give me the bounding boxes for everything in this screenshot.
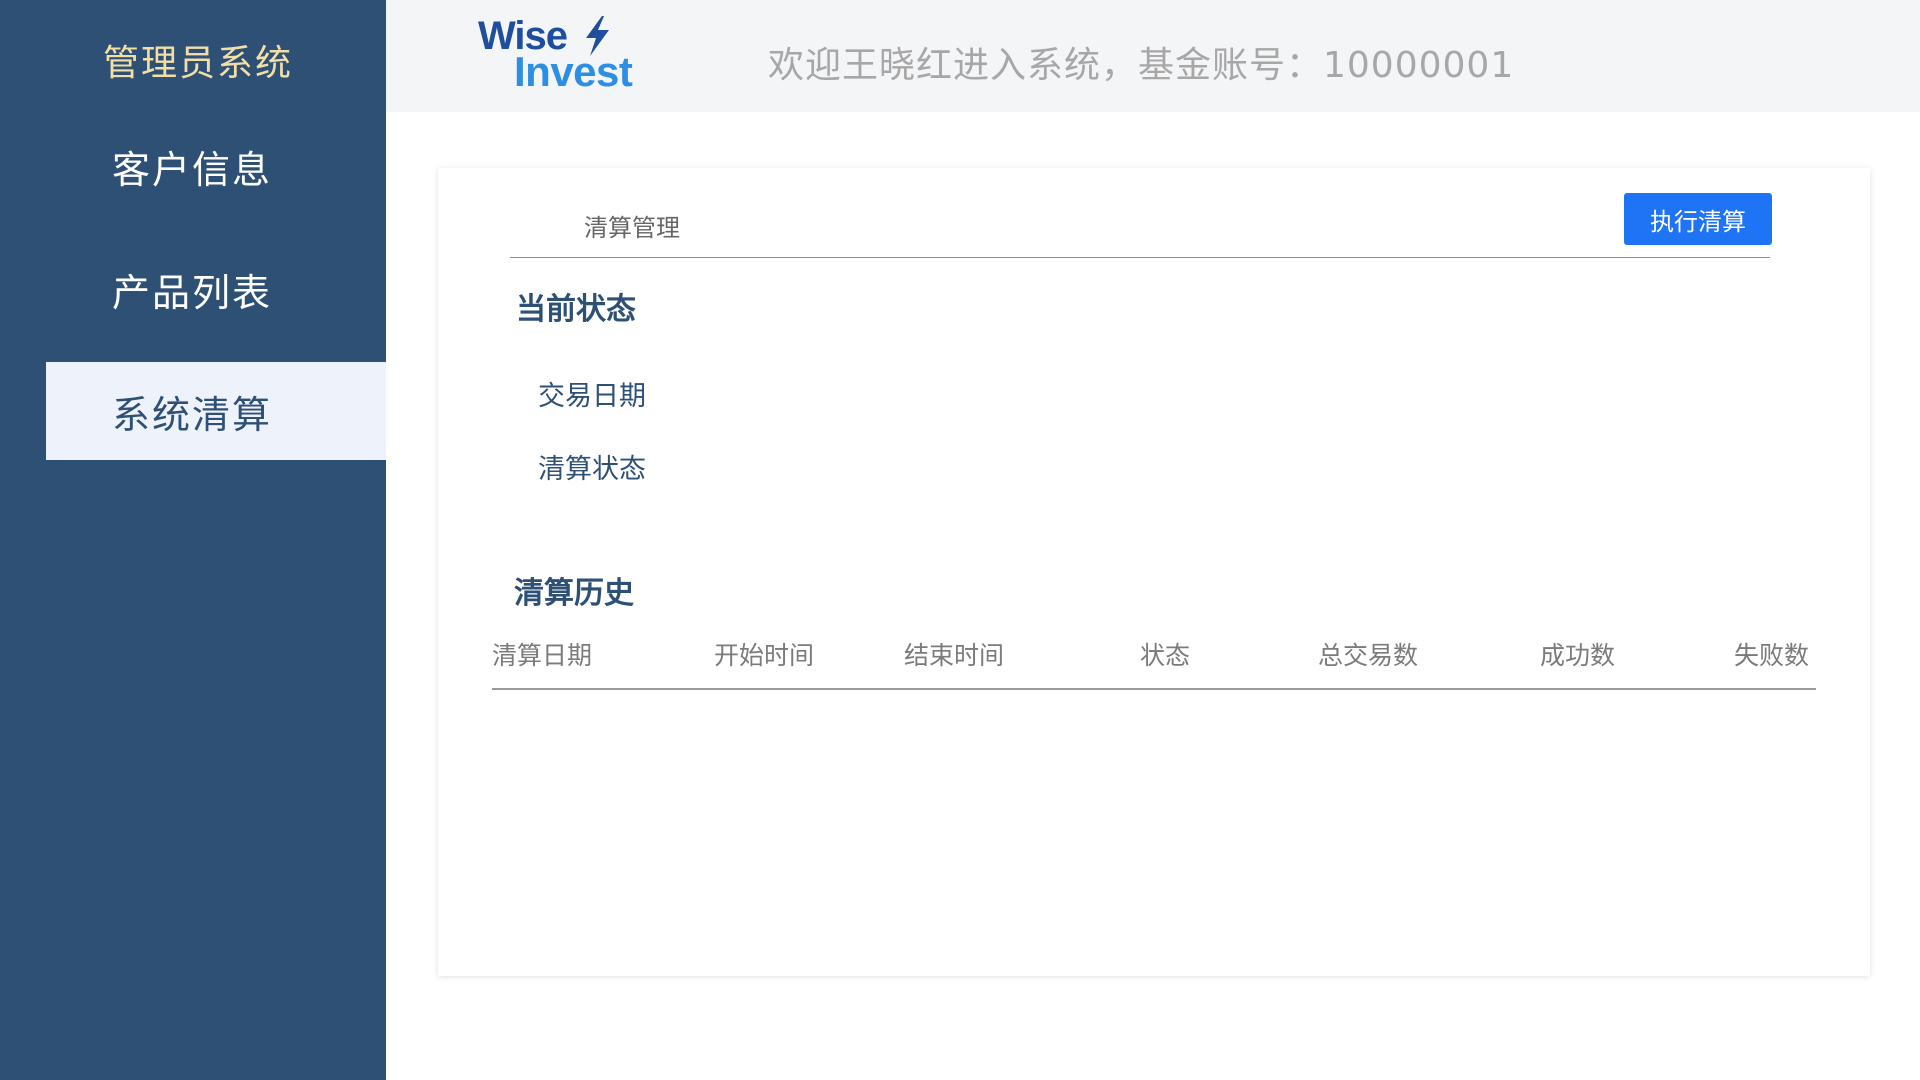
logo-invest-text: Invest: [514, 48, 633, 95]
column-header-success-count: 成功数: [1540, 641, 1616, 670]
sidebar: 管理员系统 客户信息 产品列表 系统清算: [0, 0, 386, 1080]
wise-invest-logo: Wise Invest: [478, 14, 658, 95]
welcome-message: 欢迎王晓红进入系统，基金账号：10000001: [768, 45, 1515, 86]
column-header-failure-count: 失败数: [1734, 641, 1810, 670]
sidebar-item-customer-info[interactable]: 客户信息: [46, 117, 386, 215]
column-header-start-time: 开始时间: [714, 641, 815, 670]
settlement-history-table: 清算日期 开始时间 结束时间 状态 总交易数 成功数 失败数: [492, 636, 1816, 690]
column-header-end-time: 结束时间: [904, 641, 1005, 670]
card-divider: [510, 257, 1770, 258]
card-title: 清算管理: [584, 214, 680, 242]
execute-settlement-button[interactable]: 执行清算: [1624, 193, 1772, 245]
table-header-row: 清算日期 开始时间 结束时间 状态 总交易数 成功数 失败数: [492, 636, 1816, 690]
column-header-total-trades: 总交易数: [1318, 641, 1419, 670]
settlement-history-heading: 清算历史: [514, 576, 634, 611]
sidebar-item-product-list[interactable]: 产品列表: [46, 240, 386, 338]
settlement-status-label: 清算状态: [538, 454, 646, 485]
sidebar-item-system-settlement[interactable]: 系统清算: [46, 362, 386, 460]
column-header-status: 状态: [1140, 641, 1191, 670]
column-header-settlement-date: 清算日期: [492, 641, 593, 670]
trade-date-label: 交易日期: [538, 381, 646, 412]
settlement-card: 清算管理 执行清算 当前状态 交易日期 清算状态 清算历史 清算日期 开始时间 …: [438, 168, 1870, 976]
current-status-heading: 当前状态: [516, 292, 636, 327]
top-header: Wise Invest 欢迎王晓红进入系统，基金账号：10000001: [386, 0, 1920, 112]
sidebar-title: 管理员系统: [102, 43, 293, 84]
